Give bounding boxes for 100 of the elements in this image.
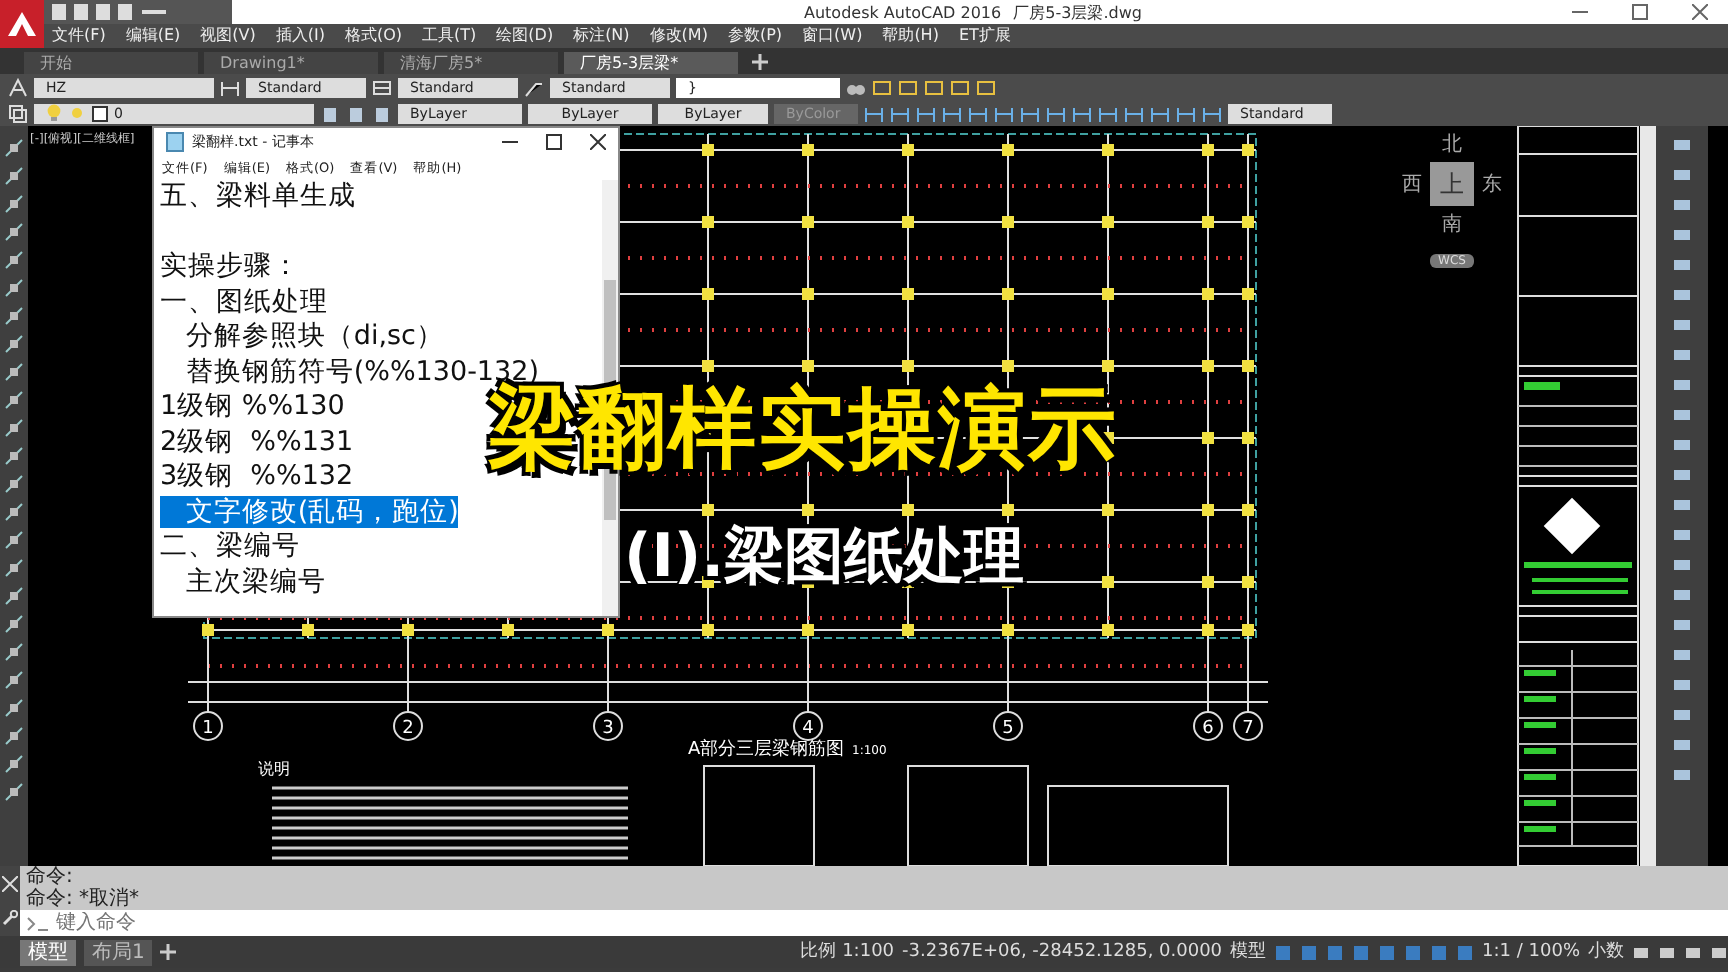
draw-tool-icon[interactable] (4, 194, 24, 214)
draw-tool-icon[interactable] (4, 614, 24, 634)
menu-item[interactable]: 修改(M) (649, 24, 708, 48)
menu-item[interactable]: 绘图(D) (496, 24, 554, 48)
draw-tool-icon[interactable] (4, 390, 24, 410)
draw-tool-icon[interactable] (4, 250, 24, 270)
draw-tool-icon[interactable] (4, 474, 24, 494)
units-dropdown[interactable]: 小数 (1588, 938, 1624, 966)
axis-label: 3 (602, 719, 614, 739)
text-style-icon[interactable] (8, 77, 28, 97)
draw-tool-icon[interactable] (4, 642, 24, 662)
dimension-tool-icon[interactable] (1046, 103, 1066, 123)
draw-tool-icon[interactable] (4, 726, 24, 746)
draw-tool-icon[interactable] (4, 586, 24, 606)
layout-tab[interactable]: 布局1 (84, 939, 153, 965)
close-icon[interactable] (590, 134, 606, 150)
menu-item[interactable]: 帮助(H) (882, 24, 939, 48)
command-history-line: 命令: (24, 866, 75, 888)
coordinates-readout: -3.2367E+06, -28452.1285, 0.0000 (902, 940, 1223, 966)
command-history-line: 命令: *取消* (24, 888, 142, 910)
axis-label: 7 (1242, 719, 1254, 739)
file-tab[interactable]: 厂房5-3层梁* (564, 52, 738, 74)
dimension-tool-icon[interactable] (1124, 103, 1144, 123)
lightbulb-icon (46, 104, 62, 122)
dimension-tool-icon[interactable] (942, 103, 962, 123)
compass-label[interactable]: 西 (1402, 170, 1422, 198)
menu-item[interactable]: 参数(P) (727, 24, 783, 48)
notes-heading: 说明 (258, 760, 290, 778)
draw-tool-icon[interactable] (4, 138, 24, 158)
menu-item[interactable]: 窗口(W) (802, 24, 863, 48)
draw-tool-icon[interactable] (4, 278, 24, 298)
dimension-tool-icon[interactable] (1020, 103, 1040, 123)
menu-item[interactable]: 视图(V) (200, 24, 256, 48)
compass-label[interactable]: 北 (1442, 130, 1462, 158)
window-title: Autodesk AutoCAD 2016 (804, 3, 1002, 21)
wrench-icon[interactable] (2, 910, 18, 927)
text-line: 1级钢 %%130 (160, 390, 345, 422)
text-line: 五、梁料单生成 (160, 180, 356, 212)
dimension-tool-icon[interactable] (864, 103, 884, 123)
menu-item[interactable]: 工具(T) (422, 24, 477, 48)
draw-tool-icon[interactable] (4, 446, 24, 466)
layout-tab[interactable]: 模型 (20, 939, 76, 965)
draw-tool-icon[interactable] (4, 166, 24, 186)
annotation-scale-readout[interactable]: 1:1 / 100% (1482, 938, 1580, 966)
menu-item[interactable]: 插入(I) (275, 24, 325, 48)
draw-tool-icon[interactable] (4, 530, 24, 550)
draw-tool-icon[interactable] (4, 754, 24, 774)
dimension-tool-icon[interactable] (916, 103, 936, 123)
menu-item[interactable]: 格式(O) (344, 24, 403, 48)
menu-item[interactable]: 编辑(E) (125, 24, 181, 48)
menu-item[interactable]: 标注(N) (573, 24, 630, 48)
rebar-table-outline (907, 765, 1029, 866)
scale-readout[interactable]: 比例 1:100 (800, 938, 895, 966)
quick-access-toolbar[interactable] (44, 0, 232, 24)
dimension-tool-icon[interactable] (994, 103, 1014, 123)
draw-tool-icon[interactable] (4, 558, 24, 578)
axis-label: 4 (802, 719, 814, 739)
dimension-tool-icon[interactable] (1202, 103, 1222, 123)
model-space-toggle[interactable]: 模型 (1230, 938, 1267, 966)
draw-tool-icon[interactable] (4, 362, 24, 382)
close-icon[interactable] (1692, 4, 1708, 20)
dimension-icon[interactable] (220, 77, 240, 97)
dimension-tool-icon[interactable] (1176, 103, 1196, 123)
text-line: 3级钢 %%132 (160, 460, 354, 492)
draw-tool-icon[interactable] (4, 418, 24, 438)
file-tab[interactable]: 开始 (24, 52, 198, 74)
menu-item[interactable]: ET扩展 (958, 24, 1011, 48)
axis-label: 1 (202, 719, 214, 739)
draw-tool-icon[interactable] (4, 670, 24, 690)
layer-manager-icon[interactable] (8, 103, 28, 123)
draw-tool-icon[interactable] (4, 222, 24, 242)
draw-tool-icon[interactable] (4, 782, 24, 802)
scrollbar[interactable] (1640, 126, 1656, 866)
draw-tool-icon[interactable] (4, 698, 24, 718)
compass-label[interactable]: 东 (1482, 170, 1502, 198)
dimension-tool-icon[interactable] (890, 103, 910, 123)
text-line: 分解参照块（di,sc） (183, 320, 444, 352)
maximize-icon[interactable] (1632, 4, 1648, 20)
dimension-tool-icon[interactable] (968, 103, 988, 123)
axis-label: 2 (402, 719, 414, 739)
menu-item[interactable]: 文件(F) (52, 24, 106, 48)
add-layout-icon[interactable] (160, 944, 177, 960)
file-tab[interactable]: Drawing1* (204, 52, 378, 74)
app-logo-icon[interactable] (0, 0, 44, 48)
text-line: 实操步骤： (160, 250, 300, 282)
draw-tool-icon[interactable] (4, 334, 24, 354)
leader-icon[interactable] (524, 77, 544, 97)
file-name: 厂房5-3层梁.dwg (1013, 1, 1142, 23)
dimension-tool-icon[interactable] (1072, 103, 1092, 123)
table-icon[interactable] (372, 77, 392, 97)
file-tab[interactable]: 清海厂房5* (384, 52, 558, 74)
draw-tool-icon[interactable] (4, 306, 24, 326)
rebar-table-outline (703, 765, 815, 866)
compass-label[interactable]: 南 (1442, 210, 1462, 238)
draw-tool-icon[interactable] (4, 502, 24, 522)
viewcube-face[interactable]: 上 (1430, 162, 1474, 206)
dimension-tool-icon[interactable] (1098, 103, 1118, 123)
maximize-icon[interactable] (546, 134, 562, 150)
dimension-tool-icon[interactable] (1150, 103, 1170, 123)
axis-label: 6 (1202, 719, 1214, 739)
